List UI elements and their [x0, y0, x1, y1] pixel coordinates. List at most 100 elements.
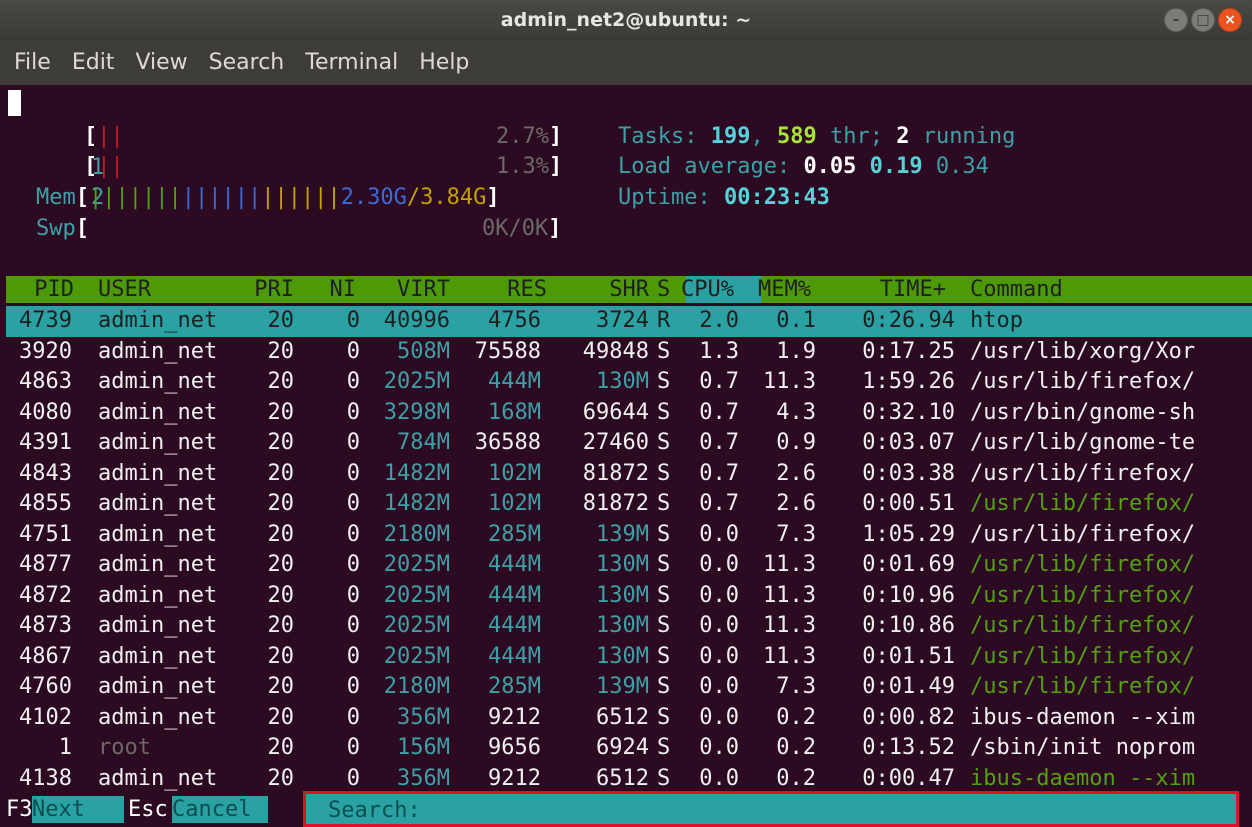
cell-cmd: /usr/lib/gnome-te	[970, 430, 1196, 455]
table-row[interactable]: 4877 admin_net 20 0 2025M 444M 130M S 0.0 11.3 0:0…	[6, 550, 1252, 581]
col-pri[interactable]: PRI	[254, 276, 294, 303]
cell-pri: 20	[267, 674, 295, 699]
cell-time: 0:17.25	[862, 338, 955, 364]
cell-pri: 20	[267, 308, 295, 333]
table-row[interactable]: 4102 admin_net 20 0 356M 9212 6512 S 0.0 0.2 0:00.…	[6, 703, 1252, 734]
cell-cpu: 0.0	[699, 704, 739, 730]
cell-pid: 4102	[19, 704, 72, 730]
swp-value-wrap: 0K/0K]	[482, 216, 562, 241]
cell-pri: 20	[267, 552, 295, 577]
col-user[interactable]: USER	[98, 276, 151, 303]
cell-res: 36588	[474, 430, 541, 455]
col-res[interactable]: RES	[507, 276, 547, 303]
cpu1-value: 2.7%	[496, 124, 549, 149]
cell-mem: 11.3	[763, 552, 816, 577]
cpu1-bar-fill: ||	[97, 124, 124, 149]
table-row[interactable]: 4751 admin_net 20 0 2180M 285M 139M S 0.0 7.3 1:05…	[6, 520, 1252, 551]
cell-cpu: 0.7	[699, 491, 739, 516]
table-row[interactable]: 4873 admin_net 20 0 2025M 444M 130M S 0.0 11.3 0:1…	[6, 611, 1252, 642]
cpu1-bar: [||	[84, 124, 124, 149]
menu-terminal[interactable]: Terminal	[305, 50, 398, 75]
maximize-button[interactable]: □	[1191, 8, 1215, 32]
tasks-count: 199	[710, 124, 751, 149]
cell-s: S	[657, 582, 671, 608]
cell-mem: 7.3	[776, 674, 816, 699]
col-cpu[interactable]: CPU%	[681, 276, 734, 303]
cell-virt: 1482M	[383, 460, 450, 486]
search-input[interactable]: Search:	[303, 791, 1239, 827]
col-pid[interactable]: PID	[34, 276, 74, 303]
cell-pid: 4739	[19, 308, 72, 333]
cell-shr: 139M	[596, 674, 649, 699]
cell-cpu: 0.0	[699, 552, 739, 577]
table-row[interactable]: 4872 admin_net 20 0 2025M 444M 130M S 0.0 11.3 0:1…	[6, 581, 1252, 612]
col-time[interactable]: TIME+	[880, 276, 946, 303]
cell-s: S	[657, 430, 671, 455]
cell-user: admin_net	[98, 308, 218, 333]
col-ni[interactable]: NI	[330, 276, 357, 303]
cell-cpu: 0.0	[699, 582, 739, 608]
table-row[interactable]: 4843 admin_net 20 0 1482M 102M 81872 S 0.7 2.6 0:0…	[6, 459, 1252, 490]
cell-time: 0:01.51	[862, 643, 955, 669]
tasks-summary: Tasks: 199, 589 thr; 2 running	[618, 124, 1016, 149]
table-row[interactable]: 4391 admin_net 20 0 784M 36588 27460 S 0.7 0.9 0:0…	[6, 428, 1252, 459]
cell-pri: 20	[267, 582, 295, 608]
cell-ni: 0	[346, 613, 360, 638]
terminal-area[interactable]: 1 [|| 2.7%] 2 [|| 1.3%] Mem[||||||||||||…	[0, 85, 1252, 827]
col-virt[interactable]: VIRT	[397, 276, 450, 303]
mem-meter: Mem[|||||||||||||||||||2.30G/3.84G]	[36, 185, 500, 210]
table-row[interactable]: 3920 admin_net 20 0 508M 75588 49848 S 1.3 1.9 0:1…	[6, 337, 1252, 368]
next-button[interactable]: Next	[32, 796, 124, 823]
cell-mem: 11.3	[763, 613, 816, 638]
menu-help[interactable]: Help	[419, 50, 469, 75]
table-row[interactable]: 4867 admin_net 20 0 2025M 444M 130M S 0.0 11.3 0:0…	[6, 642, 1252, 673]
esc-key: Esc	[128, 796, 168, 823]
menu-view[interactable]: View	[135, 50, 187, 75]
running-count: 2	[896, 124, 910, 149]
cell-ni: 0	[346, 491, 360, 516]
swp-value: 0K/0K	[482, 216, 549, 241]
menu-edit[interactable]: Edit	[72, 50, 115, 75]
minimize-button[interactable]: –	[1164, 8, 1188, 32]
cell-ni: 0	[346, 674, 360, 699]
cell-pri: 20	[267, 430, 295, 455]
cancel-button[interactable]: Cancel	[172, 796, 268, 823]
table-row[interactable]: 4855 admin_net 20 0 1482M 102M 81872 S 0.7 2.6 0:0…	[6, 489, 1252, 520]
uptime: Uptime: 00:23:43	[618, 185, 830, 210]
cell-cmd: /usr/lib/firefox/	[970, 460, 1196, 486]
cell-cmd: htop	[970, 308, 1023, 333]
cell-pid: 4872	[19, 582, 72, 608]
cell-shr: 6512	[596, 704, 649, 730]
cell-pid: 4867	[19, 643, 72, 669]
table-row[interactable]: 4760 admin_net 20 0 2180M 285M 139M S 0.0 7.3 0:01…	[6, 672, 1252, 703]
cell-virt: 356M	[397, 704, 450, 730]
cell-mem: 0.9	[776, 430, 816, 455]
cell-ni: 0	[346, 582, 360, 608]
table-row[interactable]: 1 root 20 0 156M 9656 6924 S 0.0 0.2 0:13.52/sbin/…	[6, 733, 1252, 764]
cell-pid: 4877	[19, 552, 72, 577]
col-shr[interactable]: SHR	[609, 276, 649, 303]
cell-time: 0:00.51	[862, 491, 955, 516]
menu-file[interactable]: File	[14, 50, 51, 75]
cell-ni: 0	[346, 521, 360, 547]
table-row[interactable]: 4863 admin_net 20 0 2025M 444M 130M S 0.7 11.3 1:5…	[6, 367, 1252, 398]
close-button[interactable]: ×	[1218, 8, 1242, 32]
cell-mem: 2.6	[776, 491, 816, 516]
cell-user: admin_net	[98, 521, 218, 547]
col-mem[interactable]: MEM%	[758, 276, 811, 303]
menubar: File Edit View Search Terminal Help	[0, 40, 1252, 85]
cell-shr: 130M	[596, 552, 649, 577]
menu-search[interactable]: Search	[209, 50, 285, 75]
cell-time: 0:01.69	[862, 552, 955, 577]
cell-shr: 130M	[596, 643, 649, 669]
cell-cmd: /usr/lib/xorg/Xor	[970, 338, 1196, 364]
table-row[interactable]: 4080 admin_net 20 0 3298M 168M 69644 S 0.7 4.3 0:3…	[6, 398, 1252, 429]
cell-virt: 3298M	[383, 399, 450, 425]
window-title: admin_net2@ubuntu: ~	[500, 9, 752, 31]
cell-pid: 4760	[19, 674, 72, 699]
cell-cpu: 0.0	[699, 735, 739, 760]
table-row[interactable]: 4739 admin_net 20 0 40996 4756 3724 R 2.0 0.1 0:26…	[6, 306, 1252, 337]
col-command[interactable]: Command	[970, 276, 1063, 303]
col-s[interactable]: S	[657, 276, 670, 303]
swp-meter: Swp[	[36, 216, 89, 241]
